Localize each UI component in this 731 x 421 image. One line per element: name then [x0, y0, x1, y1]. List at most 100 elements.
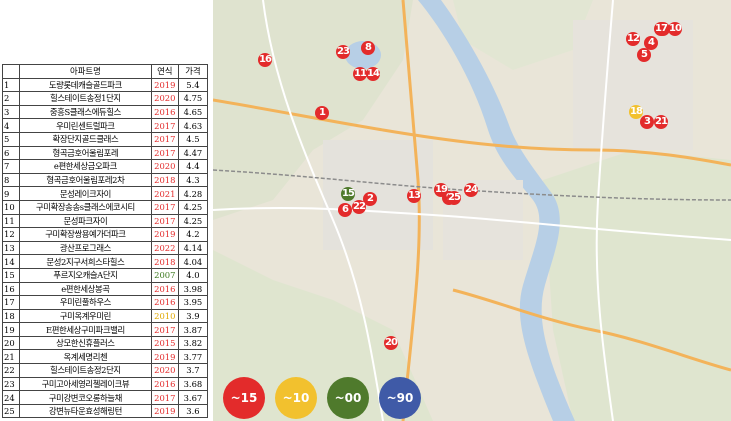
- apartment-name: e편한세상봉곡: [19, 281, 152, 297]
- apartment-price: 4.04: [177, 254, 209, 269]
- apartment-name: 상모한신휴플러스: [19, 335, 152, 351]
- apartment-no: 21: [1, 349, 21, 365]
- map-marker[interactable]: 20: [384, 336, 398, 350]
- apartment-year: 2020: [150, 91, 179, 106]
- map-marker[interactable]: 6: [338, 203, 352, 217]
- apartment-year: 2016: [150, 376, 179, 392]
- apartment-no: 6: [1, 145, 21, 161]
- mountain-area: [543, 150, 731, 421]
- apartment-no: 2: [1, 91, 21, 106]
- map-marker[interactable]: 11: [353, 67, 367, 81]
- map-marker[interactable]: 22: [352, 200, 366, 214]
- apartment-price: 4.65: [177, 104, 209, 120]
- apartment-name: 우미린센트럴파크: [19, 118, 152, 133]
- map-marker[interactable]: 24: [464, 183, 478, 197]
- apartment-no: 12: [1, 227, 21, 242]
- apartment-no: 15: [1, 267, 21, 283]
- apartment-price: 4.5: [177, 131, 209, 147]
- apartment-year: 2018: [150, 172, 179, 188]
- map-marker[interactable]: 16: [258, 53, 272, 67]
- apartment-no: 14: [1, 254, 21, 269]
- map-marker[interactable]: 5: [637, 48, 651, 62]
- apartment-year: 2017: [150, 322, 179, 337]
- map-marker[interactable]: 25: [447, 191, 461, 205]
- map-marker[interactable]: 8: [361, 41, 375, 55]
- apartment-price: 4.2: [177, 227, 209, 242]
- map-area[interactable]: 1234567891011121314151617181920212223242…: [213, 0, 731, 421]
- apartment-year: 2019: [150, 403, 179, 419]
- apartment-name: 문성2지구서희스타힐스: [19, 254, 152, 269]
- table-row: 10 구미확장송송s클래스에코시티 2017 4.25: [1, 199, 209, 215]
- apartment-no: 23: [1, 376, 21, 392]
- table-row: 19 E편한세상구미파크밸리 2017 3.87: [1, 322, 209, 337]
- apartment-price: 3.87: [177, 322, 209, 337]
- apartment-table-panel: 아파트명 연식 가격 1 도량롯데캐슬골드파크 2019 5.4 2 힐스테이트송정1단지…: [0, 0, 213, 421]
- apartment-year: 2018: [150, 254, 179, 269]
- apartment-name: E편한세상구미파크밸리: [19, 322, 152, 337]
- apartment-year: 2017: [150, 118, 179, 133]
- apartment-name: 문성레이크자이: [19, 186, 152, 201]
- map-marker[interactable]: 3: [640, 115, 654, 129]
- apartment-no: 1: [1, 77, 21, 93]
- header-apartment-name: 아파트명: [19, 64, 152, 79]
- table-row: 21 옥계세명리첸 2019 3.77: [1, 349, 209, 365]
- apartment-name: 강변뉴타운효성해링턴: [19, 403, 152, 419]
- apartment-year: 2017: [150, 131, 179, 147]
- map-marker[interactable]: 18: [629, 105, 643, 119]
- table-row: 20 상모한신휴플러스 2015 3.82: [1, 335, 209, 351]
- apartment-no: 5: [1, 131, 21, 147]
- map-marker[interactable]: 10: [668, 22, 682, 36]
- map-marker[interactable]: 14: [366, 67, 380, 81]
- apartment-year: 2017: [150, 213, 179, 229]
- apartment-price: 4.25: [177, 199, 209, 215]
- table-row: 1 도량롯데캐슬골드파크 2019 5.4: [1, 77, 209, 93]
- apartment-year: 2020: [150, 159, 179, 174]
- table-row: 9 문성레이크자이 2021 4.28: [1, 186, 209, 201]
- apartment-no: 19: [1, 322, 21, 337]
- apartment-name: 형곡금호어울림포레: [19, 145, 152, 161]
- map-marker[interactable]: 12: [626, 32, 640, 46]
- map-marker[interactable]: 17: [654, 22, 668, 36]
- apartment-year: 2007: [150, 267, 179, 283]
- apartment-price: 3.82: [177, 335, 209, 351]
- apartment-name: 구미고아세영리첼레이크뷰: [19, 376, 152, 392]
- legend-item: ~10: [275, 377, 317, 419]
- apartment-year: 2010: [150, 308, 179, 324]
- apartment-year: 2015: [150, 335, 179, 351]
- table-row: 17 우미린풀하우스 2016 3.95: [1, 295, 209, 310]
- apartment-price: 4.63: [177, 118, 209, 133]
- apartment-name: 구미옥계우미린: [19, 308, 152, 324]
- apartment-no: 3: [1, 104, 21, 120]
- map-marker[interactable]: 19: [434, 183, 448, 197]
- apartment-no: 8: [1, 172, 21, 188]
- map-marker[interactable]: 23: [336, 45, 350, 59]
- apartment-no: 4: [1, 118, 21, 133]
- table-row: 11 문성파크자이 2017 4.25: [1, 213, 209, 229]
- map-marker[interactable]: 13: [407, 189, 421, 203]
- map-marker[interactable]: 15: [341, 187, 355, 201]
- table-row: 5 확장단지골드클래스 2017 4.5: [1, 131, 209, 147]
- apartment-name: 문성파크자이: [19, 213, 152, 229]
- apartment-price: 3.6: [177, 403, 209, 419]
- apartment-no: 10: [1, 199, 21, 215]
- apartment-price: 3.98: [177, 281, 209, 297]
- apartment-year: 2016: [150, 281, 179, 297]
- apartment-price: 3.67: [177, 390, 209, 405]
- apartment-year: 2016: [150, 295, 179, 310]
- apartment-year: 2022: [150, 240, 179, 256]
- apartment-price: 4.47: [177, 145, 209, 161]
- header-price: 가격: [177, 64, 209, 79]
- map-marker[interactable]: 1: [315, 106, 329, 120]
- table-row: 16 e편한세상봉곡 2016 3.98: [1, 281, 209, 297]
- apartment-no: 11: [1, 213, 21, 229]
- apartment-name: 광산프로그래스: [19, 240, 152, 256]
- apartment-price: 3.7: [177, 363, 209, 378]
- apartment-price: 4.4: [177, 159, 209, 174]
- apartment-name: 우미린풀하우스: [19, 295, 152, 310]
- map-marker[interactable]: 21: [654, 115, 668, 129]
- apartment-name: 확장단지골드클래스: [19, 131, 152, 147]
- apartment-name: 푸르지오캐슬A단지: [19, 267, 152, 283]
- apartment-no: 22: [1, 363, 21, 378]
- apartment-name: 옥계세명리첸: [19, 349, 152, 365]
- apartment-name: 구미확장쌍용예가더파크: [19, 227, 152, 242]
